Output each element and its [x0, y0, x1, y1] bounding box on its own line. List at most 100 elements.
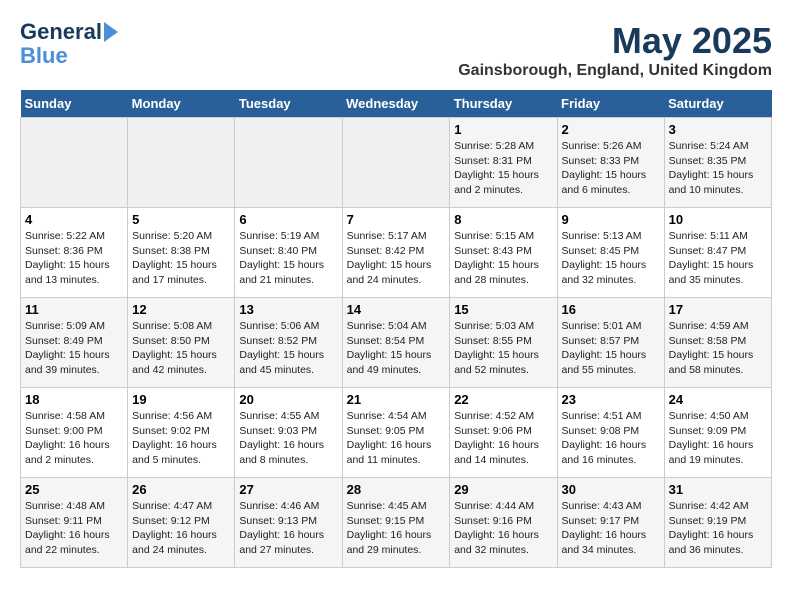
day-number: 17 — [669, 302, 767, 317]
weekday-header-tuesday: Tuesday — [235, 90, 342, 118]
calendar-cell: 6 Sunrise: 5:19 AM Sunset: 8:40 PM Daylig… — [235, 208, 342, 298]
day-number: 11 — [25, 302, 123, 317]
day-number: 7 — [347, 212, 446, 227]
day-number: 22 — [454, 392, 552, 407]
calendar-cell: 21 Sunrise: 4:54 AM Sunset: 9:05 PM Dayli… — [342, 388, 450, 478]
day-number: 3 — [669, 122, 767, 137]
location-title: Gainsborough, England, United Kingdom — [458, 62, 772, 80]
day-info: Sunrise: 5:28 AM Sunset: 8:31 PM Dayligh… — [454, 139, 552, 198]
calendar-cell: 9 Sunrise: 5:13 AM Sunset: 8:45 PM Daylig… — [557, 208, 664, 298]
day-info: Sunrise: 4:59 AM Sunset: 8:58 PM Dayligh… — [669, 319, 767, 378]
calendar-cell: 14Sunrise: 5:04 AM Sunset: 8:54 PM Dayli… — [342, 298, 450, 388]
day-number: 18 — [25, 392, 123, 407]
calendar-cell: 17 Sunrise: 4:59 AM Sunset: 8:58 PM Dayli… — [664, 298, 771, 388]
calendar-cell: 22 Sunrise: 4:52 AM Sunset: 9:06 PM Dayli… — [450, 388, 557, 478]
day-number: 29 — [454, 482, 552, 497]
day-number: 24 — [669, 392, 767, 407]
weekday-header-friday: Friday — [557, 90, 664, 118]
day-number: 5 — [132, 212, 230, 227]
day-number: 30 — [562, 482, 660, 497]
calendar-cell: 1 Sunrise: 5:28 AM Sunset: 8:31 PM Daylig… — [450, 118, 557, 208]
day-info: Sunrise: 5:03 AM Sunset: 8:55 PM Dayligh… — [454, 319, 552, 378]
week-row-4: 18 Sunrise: 4:58 AM Sunset: 9:00 PM Dayli… — [21, 388, 772, 478]
calendar-table: SundayMondayTuesdayWednesdayThursdayFrid… — [20, 90, 772, 568]
day-info: Sunrise: 4:52 AM Sunset: 9:06 PM Dayligh… — [454, 409, 552, 468]
day-number: 10 — [669, 212, 767, 227]
day-number: 9 — [562, 212, 660, 227]
logo: General Blue — [20, 20, 118, 68]
calendar-cell: 16 Sunrise: 5:01 AM Sunset: 8:57 PM Dayli… — [557, 298, 664, 388]
day-info: Sunrise: 5:13 AM Sunset: 8:45 PM Dayligh… — [562, 229, 660, 288]
month-title: May 2025 — [458, 20, 772, 62]
day-number: 8 — [454, 212, 552, 227]
week-row-1: 1 Sunrise: 5:28 AM Sunset: 8:31 PM Daylig… — [21, 118, 772, 208]
day-info: Sunrise: 4:58 AM Sunset: 9:00 PM Dayligh… — [25, 409, 123, 468]
day-number: 15 — [454, 302, 552, 317]
logo-blue: Blue — [20, 44, 68, 68]
day-info: Sunrise: 5:19 AM Sunset: 8:40 PM Dayligh… — [239, 229, 337, 288]
calendar-cell: 26Sunrise: 4:47 AM Sunset: 9:12 PM Dayli… — [128, 478, 235, 568]
calendar-cell — [128, 118, 235, 208]
calendar-cell: 11 Sunrise: 5:09 AM Sunset: 8:49 PM Dayli… — [21, 298, 128, 388]
day-info: Sunrise: 4:43 AM Sunset: 9:17 PM Dayligh… — [562, 499, 660, 558]
day-number: 1 — [454, 122, 552, 137]
day-info: Sunrise: 4:46 AM Sunset: 9:13 PM Dayligh… — [239, 499, 337, 558]
title-block: May 2025 Gainsborough, England, United K… — [458, 20, 772, 80]
calendar-cell: 19Sunrise: 4:56 AM Sunset: 9:02 PM Dayli… — [128, 388, 235, 478]
day-info: Sunrise: 4:50 AM Sunset: 9:09 PM Dayligh… — [669, 409, 767, 468]
calendar-cell — [21, 118, 128, 208]
calendar-cell: 25 Sunrise: 4:48 AM Sunset: 9:11 PM Dayli… — [21, 478, 128, 568]
week-row-2: 4 Sunrise: 5:22 AM Sunset: 8:36 PM Daylig… — [21, 208, 772, 298]
day-info: Sunrise: 5:04 AM Sunset: 8:54 PM Dayligh… — [347, 319, 446, 378]
day-number: 31 — [669, 482, 767, 497]
day-info: Sunrise: 5:01 AM Sunset: 8:57 PM Dayligh… — [562, 319, 660, 378]
day-info: Sunrise: 5:15 AM Sunset: 8:43 PM Dayligh… — [454, 229, 552, 288]
day-number: 28 — [347, 482, 446, 497]
day-number: 13 — [239, 302, 337, 317]
week-row-5: 25 Sunrise: 4:48 AM Sunset: 9:11 PM Dayli… — [21, 478, 772, 568]
weekday-header-saturday: Saturday — [664, 90, 771, 118]
calendar-cell: 3 Sunrise: 5:24 AM Sunset: 8:35 PM Daylig… — [664, 118, 771, 208]
day-number: 4 — [25, 212, 123, 227]
page-header: General Blue May 2025 Gainsborough, Engl… — [20, 20, 772, 80]
calendar-cell — [342, 118, 450, 208]
day-info: Sunrise: 5:24 AM Sunset: 8:35 PM Dayligh… — [669, 139, 767, 198]
day-info: Sunrise: 5:20 AM Sunset: 8:38 PM Dayligh… — [132, 229, 230, 288]
day-info: Sunrise: 4:54 AM Sunset: 9:05 PM Dayligh… — [347, 409, 446, 468]
day-number: 20 — [239, 392, 337, 407]
weekday-header-monday: Monday — [128, 90, 235, 118]
day-number: 25 — [25, 482, 123, 497]
calendar-cell: 28 Sunrise: 4:45 AM Sunset: 9:15 PM Dayli… — [342, 478, 450, 568]
calendar-cell — [235, 118, 342, 208]
day-info: Sunrise: 4:47 AM Sunset: 9:12 PM Dayligh… — [132, 499, 230, 558]
calendar-cell: 27 Sunrise: 4:46 AM Sunset: 9:13 PM Dayli… — [235, 478, 342, 568]
day-number: 16 — [562, 302, 660, 317]
calendar-cell: 8 Sunrise: 5:15 AM Sunset: 8:43 PM Daylig… — [450, 208, 557, 298]
calendar-header-row: SundayMondayTuesdayWednesdayThursdayFrid… — [21, 90, 772, 118]
calendar-cell: 29Sunrise: 4:44 AM Sunset: 9:16 PM Dayli… — [450, 478, 557, 568]
day-info: Sunrise: 5:22 AM Sunset: 8:36 PM Dayligh… — [25, 229, 123, 288]
day-number: 27 — [239, 482, 337, 497]
calendar-cell: 13 Sunrise: 5:06 AM Sunset: 8:52 PM Dayli… — [235, 298, 342, 388]
day-number: 19 — [132, 392, 230, 407]
calendar-cell: 23Sunrise: 4:51 AM Sunset: 9:08 PM Dayli… — [557, 388, 664, 478]
calendar-cell: 4 Sunrise: 5:22 AM Sunset: 8:36 PM Daylig… — [21, 208, 128, 298]
weekday-header-thursday: Thursday — [450, 90, 557, 118]
calendar-cell: 10 Sunrise: 5:11 AM Sunset: 8:47 PM Dayli… — [664, 208, 771, 298]
day-number: 12 — [132, 302, 230, 317]
week-row-3: 11 Sunrise: 5:09 AM Sunset: 8:49 PM Dayli… — [21, 298, 772, 388]
day-info: Sunrise: 5:17 AM Sunset: 8:42 PM Dayligh… — [347, 229, 446, 288]
calendar-cell: 30 Sunrise: 4:43 AM Sunset: 9:17 PM Dayli… — [557, 478, 664, 568]
calendar-cell: 5 Sunrise: 5:20 AM Sunset: 8:38 PM Daylig… — [128, 208, 235, 298]
logo-general: General — [20, 20, 102, 44]
calendar-cell: 24 Sunrise: 4:50 AM Sunset: 9:09 PM Dayli… — [664, 388, 771, 478]
day-info: Sunrise: 4:48 AM Sunset: 9:11 PM Dayligh… — [25, 499, 123, 558]
day-info: Sunrise: 5:06 AM Sunset: 8:52 PM Dayligh… — [239, 319, 337, 378]
calendar-cell: 12Sunrise: 5:08 AM Sunset: 8:50 PM Dayli… — [128, 298, 235, 388]
day-info: Sunrise: 5:09 AM Sunset: 8:49 PM Dayligh… — [25, 319, 123, 378]
day-info: Sunrise: 4:45 AM Sunset: 9:15 PM Dayligh… — [347, 499, 446, 558]
day-info: Sunrise: 5:11 AM Sunset: 8:47 PM Dayligh… — [669, 229, 767, 288]
day-number: 21 — [347, 392, 446, 407]
day-info: Sunrise: 5:26 AM Sunset: 8:33 PM Dayligh… — [562, 139, 660, 198]
day-number: 6 — [239, 212, 337, 227]
